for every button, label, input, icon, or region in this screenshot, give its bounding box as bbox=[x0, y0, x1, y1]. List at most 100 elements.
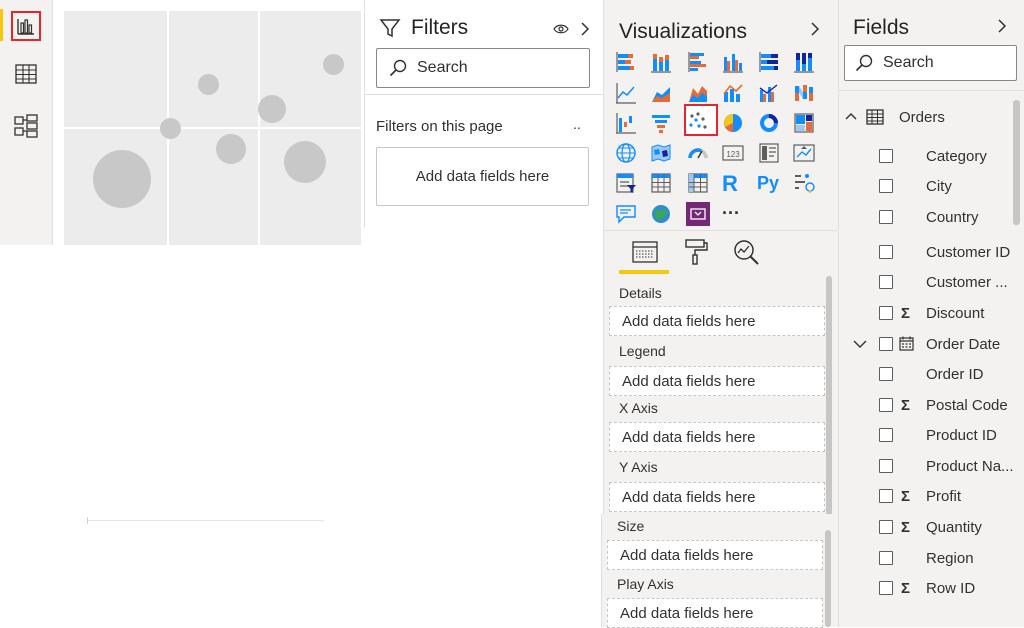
field-checkbox[interactable] bbox=[879, 489, 893, 503]
collapse-visualizations-chevron-icon[interactable] bbox=[810, 21, 820, 37]
analytics-magnifier-icon[interactable] bbox=[732, 238, 760, 266]
field-row[interactable]: Country bbox=[839, 205, 1024, 229]
field-row[interactable]: Customer ... bbox=[839, 270, 1024, 294]
gridline bbox=[64, 127, 361, 129]
field-checkbox[interactable] bbox=[879, 179, 893, 193]
stacked-area-chart-icon[interactable] bbox=[687, 82, 709, 104]
fields-scrollbar[interactable] bbox=[1013, 100, 1020, 225]
canvas-divider-tick bbox=[87, 517, 88, 524]
field-row[interactable]: Σ Row ID bbox=[839, 576, 1024, 600]
field-row[interactable]: Region bbox=[839, 546, 1024, 570]
field-checkbox[interactable] bbox=[879, 428, 893, 442]
key-influencers-icon[interactable] bbox=[793, 172, 815, 194]
field-checkbox[interactable] bbox=[879, 275, 893, 289]
funnel-icon[interactable] bbox=[650, 112, 672, 134]
field-checkbox[interactable] bbox=[879, 337, 893, 351]
search-icon bbox=[389, 59, 407, 77]
field-checkbox[interactable] bbox=[879, 520, 893, 534]
slicer-icon[interactable] bbox=[615, 172, 637, 194]
collapse-filters-chevron-icon[interactable] bbox=[580, 21, 590, 37]
field-checkbox[interactable] bbox=[879, 210, 893, 224]
report-view-icon[interactable] bbox=[11, 11, 41, 41]
collapse-fields-chevron-icon[interactable] bbox=[997, 18, 1007, 34]
qa-icon[interactable] bbox=[615, 203, 637, 225]
filters-add-fields-dropzone[interactable]: Add data fields here bbox=[376, 147, 589, 206]
field-row[interactable]: Order ID bbox=[839, 362, 1024, 386]
field-name: Discount bbox=[926, 304, 985, 322]
chevron-down-icon[interactable] bbox=[853, 339, 867, 349]
well-play-axis-dropzone[interactable]: Add data fields here bbox=[607, 598, 823, 628]
100-stacked-column-chart-icon[interactable] bbox=[793, 51, 815, 73]
stacked-bar-chart-icon[interactable] bbox=[615, 51, 637, 73]
filters-section-more-button[interactable]: .. bbox=[573, 116, 581, 132]
visual-wells-group-2: Size Add data fields here Play Axis Add … bbox=[601, 514, 834, 628]
field-row[interactable]: City bbox=[839, 174, 1024, 198]
field-row[interactable]: Σ Quantity bbox=[839, 515, 1024, 539]
field-row[interactable]: Σ Discount bbox=[839, 301, 1024, 325]
table-icon[interactable] bbox=[650, 172, 672, 194]
field-checkbox[interactable] bbox=[879, 398, 893, 412]
field-checkbox[interactable] bbox=[879, 149, 893, 163]
table-orders[interactable]: Orders bbox=[839, 105, 1024, 129]
arcgis-map-icon[interactable] bbox=[650, 203, 672, 225]
line-and-stacked-column-chart-icon[interactable] bbox=[722, 82, 744, 104]
kpi-icon[interactable] bbox=[793, 142, 815, 164]
field-name: Product Na... bbox=[926, 457, 1014, 475]
area-chart-icon[interactable] bbox=[650, 82, 672, 104]
scatter-chart-placeholder[interactable] bbox=[64, 11, 361, 245]
well-label-size: Size bbox=[617, 518, 645, 534]
donut-chart-icon[interactable] bbox=[758, 112, 780, 134]
fields-tab-icon[interactable] bbox=[632, 239, 658, 265]
line-and-clustered-column-chart-icon[interactable] bbox=[758, 82, 780, 104]
card-icon[interactable]: 123 bbox=[722, 142, 744, 164]
fields-search-input[interactable]: Search bbox=[844, 45, 1017, 81]
well-legend-dropzone[interactable]: Add data fields here bbox=[609, 366, 825, 396]
treemap-icon[interactable] bbox=[793, 112, 815, 134]
field-checkbox[interactable] bbox=[879, 245, 893, 259]
placeholder-bubble bbox=[198, 74, 219, 95]
multi-row-card-icon[interactable] bbox=[758, 142, 780, 164]
python-visual-icon[interactable]: Py bbox=[757, 173, 779, 194]
matrix-icon[interactable] bbox=[687, 172, 709, 194]
filters-search-input[interactable]: Search bbox=[376, 48, 590, 88]
100-stacked-bar-chart-icon[interactable] bbox=[758, 51, 780, 73]
well-x-axis-dropzone[interactable]: Add data fields here bbox=[609, 422, 825, 452]
chevron-up-icon[interactable] bbox=[845, 112, 857, 120]
format-paint-roller-icon[interactable] bbox=[683, 238, 709, 266]
filter-icon bbox=[379, 19, 401, 38]
r-script-icon[interactable]: R bbox=[722, 171, 738, 197]
field-row[interactable]: Category bbox=[839, 144, 1024, 168]
field-checkbox[interactable] bbox=[879, 551, 893, 565]
wells-scrollbar-lower[interactable] bbox=[825, 530, 831, 627]
field-checkbox[interactable] bbox=[879, 367, 893, 381]
model-view-icon[interactable] bbox=[12, 112, 40, 140]
wells-scrollbar[interactable] bbox=[826, 276, 832, 516]
field-checkbox[interactable] bbox=[879, 459, 893, 473]
filled-map-icon[interactable] bbox=[650, 142, 672, 164]
eye-icon[interactable] bbox=[553, 23, 569, 35]
data-view-icon[interactable] bbox=[12, 60, 40, 88]
field-row[interactable]: Order Date bbox=[839, 332, 1024, 356]
line-chart-icon[interactable] bbox=[615, 82, 637, 104]
field-row[interactable]: Product ID bbox=[839, 423, 1024, 447]
scatter-chart-icon[interactable] bbox=[687, 110, 709, 132]
gauge-icon[interactable] bbox=[687, 142, 709, 164]
stacked-column-chart-icon[interactable] bbox=[650, 51, 672, 73]
clustered-bar-chart-icon[interactable] bbox=[687, 51, 709, 73]
field-row[interactable]: Product Na... bbox=[839, 454, 1024, 478]
field-row[interactable]: Σ Profit bbox=[839, 484, 1024, 508]
waterfall-chart-icon[interactable] bbox=[615, 112, 637, 134]
well-size-dropzone[interactable]: Add data fields here bbox=[607, 540, 823, 570]
field-row[interactable]: Customer ID bbox=[839, 240, 1024, 264]
well-y-axis-dropzone[interactable]: Add data fields here bbox=[609, 482, 825, 512]
field-checkbox[interactable] bbox=[879, 581, 893, 595]
field-row[interactable]: Σ Postal Code bbox=[839, 393, 1024, 417]
power-apps-icon[interactable] bbox=[686, 202, 710, 226]
ribbon-chart-icon[interactable] bbox=[793, 82, 815, 104]
field-checkbox[interactable] bbox=[879, 306, 893, 320]
pie-chart-icon[interactable] bbox=[722, 112, 744, 134]
more-visuals-icon[interactable]: ... bbox=[722, 198, 740, 219]
well-details-dropzone[interactable]: Add data fields here bbox=[609, 306, 825, 336]
clustered-column-chart-icon[interactable] bbox=[722, 51, 744, 73]
map-icon[interactable] bbox=[615, 142, 637, 164]
